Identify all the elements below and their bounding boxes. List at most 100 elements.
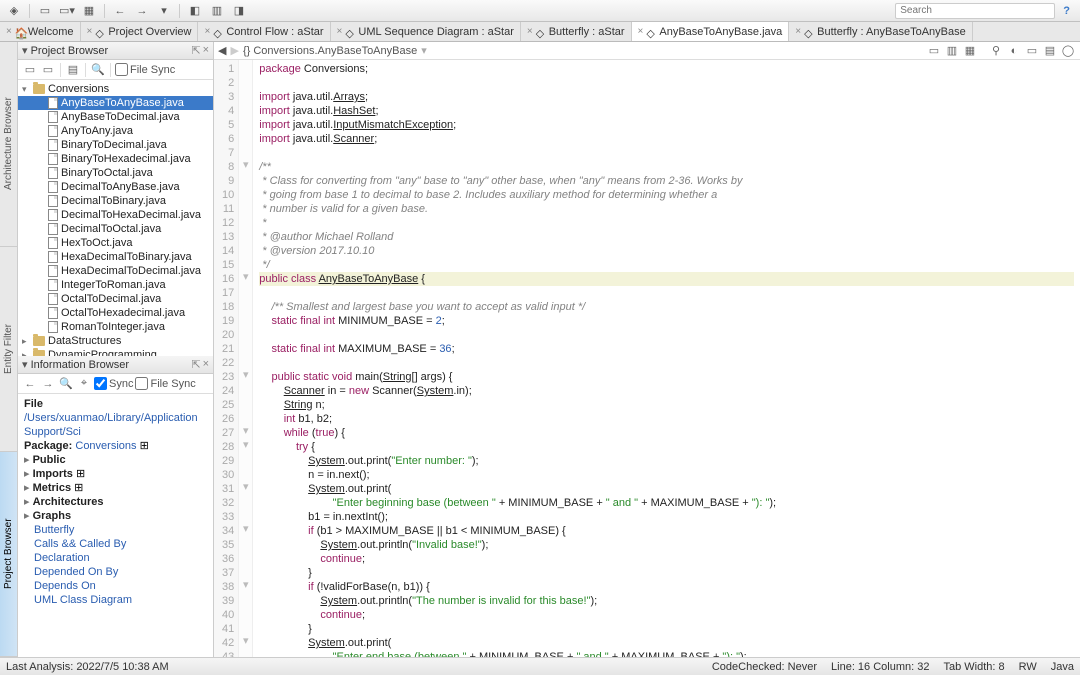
folder-conversions[interactable]: Conversions xyxy=(18,82,213,96)
shield-icon[interactable]: ◈ xyxy=(4,2,24,20)
file-HexaDecimalToDecimal.java[interactable]: HexaDecimalToDecimal.java xyxy=(18,264,213,278)
file-DecimalToBinary.java[interactable]: DecimalToBinary.java xyxy=(18,194,213,208)
new-icon[interactable]: ▭ xyxy=(22,62,38,78)
file-HexToOct.java[interactable]: HexToOct.java xyxy=(18,236,213,250)
graph-link-uml-class-diagram[interactable]: UML Class Diagram xyxy=(34,593,207,607)
filesync2-checkbox[interactable]: File Sync xyxy=(135,377,195,390)
tool3-icon[interactable]: ▭ xyxy=(1024,43,1040,59)
forward-icon[interactable]: → xyxy=(132,2,152,20)
file-AnyBaseToDecimal.java[interactable]: AnyBaseToDecimal.java xyxy=(18,110,213,124)
file-DecimalToAnyBase.java[interactable]: DecimalToAnyBase.java xyxy=(18,180,213,194)
search-icon[interactable]: 🔍 xyxy=(90,62,106,78)
file-DecimalToOctal.java[interactable]: DecimalToOctal.java xyxy=(18,222,213,236)
doc-icon[interactable]: ▭ xyxy=(35,2,55,20)
file-BinaryToOctal.java[interactable]: BinaryToOctal.java xyxy=(18,166,213,180)
code-editor: ◀ ▶ {} Conversions.AnyBaseToAnyBase ▾ ▭ … xyxy=(214,42,1080,657)
status-lang: Java xyxy=(1051,661,1074,673)
file-OctalToDecimal.java[interactable]: OctalToDecimal.java xyxy=(18,292,213,306)
close-tab-icon[interactable]: × xyxy=(795,26,801,37)
new2-icon[interactable]: ▭ xyxy=(40,62,56,78)
docs-icon[interactable]: ▭▾ xyxy=(57,2,77,20)
file-BinaryToDecimal.java[interactable]: BinaryToDecimal.java xyxy=(18,138,213,152)
split2-icon[interactable]: ▥ xyxy=(944,43,960,59)
grid-icon[interactable]: ▦ xyxy=(79,2,99,20)
tab-1[interactable]: ×◇Project Overview xyxy=(81,22,199,41)
file-DecimalToHexaDecimal.java[interactable]: DecimalToHexaDecimal.java xyxy=(18,208,213,222)
graph-link-depends-on[interactable]: Depends On xyxy=(34,579,207,593)
file-path-link[interactable]: /Users/xuanmao/Library/Application Suppo… xyxy=(24,412,198,438)
info-section-architectures[interactable]: ▸ Architectures xyxy=(24,495,207,509)
file-AnyBaseToAnyBase.java[interactable]: AnyBaseToAnyBase.java xyxy=(18,96,213,110)
folder-DynamicProgramming[interactable]: DynamicProgramming xyxy=(18,348,213,356)
filter-icon[interactable]: ▤ xyxy=(65,62,81,78)
graph-link-butterfly[interactable]: Butterfly xyxy=(34,523,207,537)
file-HexaDecimalToBinary.java[interactable]: HexaDecimalToBinary.java xyxy=(18,250,213,264)
tool4-icon[interactable]: ▤ xyxy=(1042,43,1058,59)
tool2-icon[interactable]: ◐ xyxy=(1006,43,1022,59)
file-BinaryToHexadecimal.java[interactable]: BinaryToHexadecimal.java xyxy=(18,152,213,166)
sidetab-entity[interactable]: Entity Filter xyxy=(0,247,17,452)
loc-icon[interactable]: ⌖ xyxy=(76,376,92,392)
close-tab-icon[interactable]: × xyxy=(337,26,343,37)
back2-icon[interactable]: ← xyxy=(22,376,38,392)
folder-DataStructures[interactable]: DataStructures xyxy=(18,334,213,348)
close-tab-icon[interactable]: × xyxy=(204,26,210,37)
history-icon[interactable]: ▾ xyxy=(154,2,174,20)
search-input[interactable] xyxy=(895,3,1055,19)
close-tab-icon[interactable]: × xyxy=(638,26,644,37)
fwd2-icon[interactable]: → xyxy=(40,376,56,392)
tab-5[interactable]: ×◇AnyBaseToAnyBase.java xyxy=(632,22,790,41)
help-icon[interactable]: ? xyxy=(1063,5,1070,17)
close-tab-icon[interactable]: × xyxy=(6,26,12,37)
pin2-icon[interactable]: ⇱ xyxy=(191,358,200,371)
split3-icon[interactable]: ▦ xyxy=(962,43,978,59)
info-section-public[interactable]: ▸ Public xyxy=(24,453,207,467)
search2-icon[interactable]: 🔍 xyxy=(58,376,74,392)
tab-0[interactable]: ×🏠Welcome xyxy=(0,22,81,41)
file-OctalToHexadecimal.java[interactable]: OctalToHexadecimal.java xyxy=(18,306,213,320)
breadcrumb-text[interactable]: {} Conversions.AnyBaseToAnyBase xyxy=(243,45,417,57)
file-IntegerToRoman.java[interactable]: IntegerToRoman.java xyxy=(18,278,213,292)
close2-icon[interactable]: × xyxy=(203,358,209,371)
tab-icon: ◇ xyxy=(95,27,105,37)
file-sync-checkbox[interactable]: File Sync xyxy=(115,63,175,76)
close-tab-icon[interactable]: × xyxy=(87,26,93,37)
pkg-link[interactable]: Conversions xyxy=(75,440,136,452)
graph-link-declaration[interactable]: Declaration xyxy=(34,551,207,565)
sync-checkbox[interactable]: Sync xyxy=(94,377,133,390)
graph-link-calls-called-by[interactable]: Calls && Called By xyxy=(34,537,207,551)
tool1-icon[interactable]: ⚲ xyxy=(988,43,1004,59)
tab-icon: 🏠 xyxy=(15,27,25,37)
tool5-icon[interactable]: ◯ xyxy=(1060,43,1076,59)
info-section-graphs[interactable]: ▸ Graphs xyxy=(24,509,207,523)
close-panel-icon[interactable]: × xyxy=(203,44,209,57)
tab-3[interactable]: ×◇UML Sequence Diagram : aStar xyxy=(331,22,521,41)
sidetab-project[interactable]: Project Browser xyxy=(0,452,17,657)
tab-icon: ◇ xyxy=(213,27,223,37)
file-icon xyxy=(48,209,58,221)
pin-icon[interactable]: ⇱ xyxy=(191,44,200,57)
tab-4[interactable]: ×◇Butterfly : aStar xyxy=(521,22,632,41)
nav-fwd-icon[interactable]: ▶ xyxy=(230,44,238,57)
file-AnyToAny.java[interactable]: AnyToAny.java xyxy=(18,124,213,138)
info-section-imports[interactable]: ▸ Imports ⊞ xyxy=(24,467,207,481)
file-icon xyxy=(48,97,58,109)
layout3-icon[interactable]: ◨ xyxy=(229,2,249,20)
code-area[interactable]: 1234567891011121314151617181920212223242… xyxy=(214,60,1080,657)
layout1-icon[interactable]: ◧ xyxy=(185,2,205,20)
split1-icon[interactable]: ▭ xyxy=(926,43,942,59)
back-icon[interactable]: ← xyxy=(110,2,130,20)
status-pos: Line: 16 Column: 32 xyxy=(831,661,929,673)
source[interactable]: package Conversions;import java.util.Arr… xyxy=(253,60,1080,657)
sidetab-architecture[interactable]: Architecture Browser xyxy=(0,42,17,247)
tab-2[interactable]: ×◇Control Flow : aStar xyxy=(198,22,330,41)
tab-6[interactable]: ×◇Butterfly : AnyBaseToAnyBase xyxy=(789,22,972,41)
fold-gutter[interactable]: ▾▾▾▾▾▾▾▾▾▾▾▾▾ xyxy=(239,60,253,657)
info-section-metrics[interactable]: ▸ Metrics ⊞ xyxy=(24,481,207,495)
layout2-icon[interactable]: ▥ xyxy=(207,2,227,20)
tab-icon: ◇ xyxy=(804,27,814,37)
graph-link-depended-on-by[interactable]: Depended On By xyxy=(34,565,207,579)
file-RomanToInteger.java[interactable]: RomanToInteger.java xyxy=(18,320,213,334)
nav-back-icon[interactable]: ◀ xyxy=(218,44,226,57)
close-tab-icon[interactable]: × xyxy=(527,26,533,37)
